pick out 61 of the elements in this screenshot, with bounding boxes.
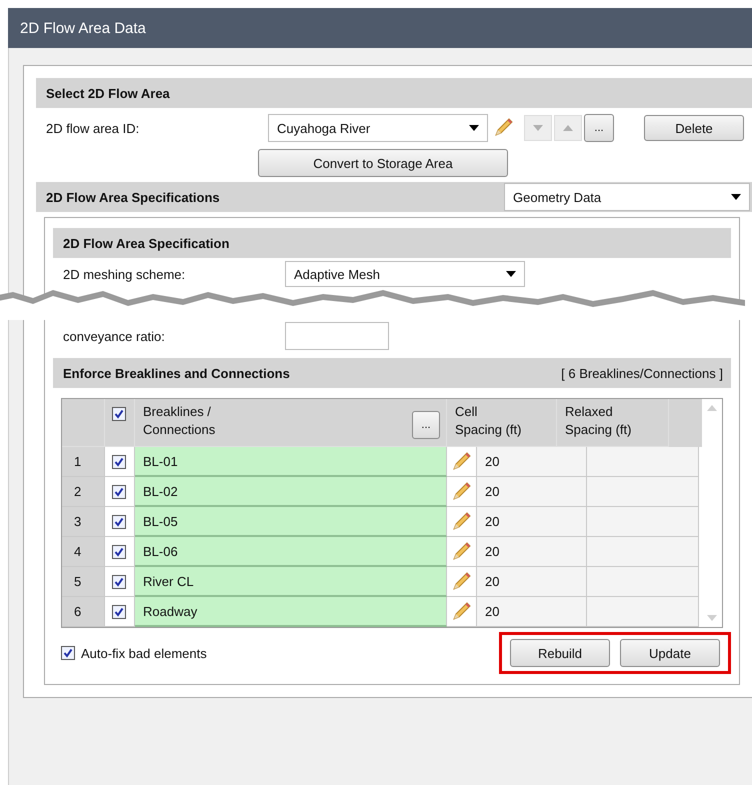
table-cell: BL-02	[135, 477, 447, 507]
section-title: 2D Flow Area Specification	[63, 236, 230, 250]
checkbox[interactable]	[61, 646, 75, 660]
action-button[interactable]: Rebuild	[510, 639, 610, 667]
checkbox[interactable]	[112, 484, 126, 498]
row-number: 5	[62, 567, 105, 597]
section-title: Select 2D Flow Area	[46, 86, 170, 100]
row-number: 3	[62, 507, 105, 537]
field-label: 2D flow area ID:	[45, 120, 140, 136]
table-cell: BL-05	[135, 507, 447, 537]
row-number: 2	[62, 477, 105, 507]
pencil-icon[interactable]	[450, 510, 472, 532]
pencil-icon[interactable]	[450, 570, 472, 592]
section-title: Enforce Breaklines and Connections	[63, 366, 290, 380]
row-number: 1	[62, 447, 105, 477]
field-label: 2D meshing scheme:	[62, 266, 186, 282]
checkbox-label: Auto-fix bad elements	[81, 646, 207, 660]
caret-icon	[469, 125, 479, 131]
action-button[interactable]: Update	[620, 639, 720, 667]
pencil-icon[interactable]	[450, 600, 472, 622]
table-cell: 20	[477, 447, 587, 477]
delete-button[interactable]: Delete	[644, 115, 744, 141]
scheme-dropdown[interactable]: Adaptive Mesh	[285, 261, 525, 287]
up-arrow-icon	[563, 125, 573, 131]
pencil-icon[interactable]	[450, 480, 472, 502]
checkbox[interactable]	[112, 454, 126, 468]
checkbox[interactable]	[112, 544, 126, 558]
pencil-icon[interactable]	[450, 540, 472, 562]
row-number: 6	[62, 597, 105, 627]
column-header: Cell Spacing (ft)	[447, 399, 557, 447]
table-cell: River CL	[135, 567, 447, 597]
checkbox[interactable]	[112, 574, 126, 588]
table-cell: 20	[477, 477, 587, 507]
table-cell: 20	[477, 597, 587, 627]
column-header: Relaxed Spacing (ft)	[557, 399, 669, 447]
convert-button[interactable]: Convert to Storage Area	[258, 149, 508, 177]
table-cell: 20	[477, 537, 587, 567]
table-cell: 20	[477, 507, 587, 537]
column-header: Breaklines / Connections	[143, 403, 216, 440]
window-title: 2D Flow Area Data	[20, 20, 146, 36]
more-button[interactable]: ...	[584, 114, 614, 142]
checkbox[interactable]	[112, 514, 126, 528]
input-field[interactable]	[285, 322, 389, 350]
row-number: 4	[62, 537, 105, 567]
source-dropdown[interactable]: Geometry Data	[504, 183, 750, 211]
more-button[interactable]: ...	[412, 411, 440, 439]
caret-icon	[731, 194, 741, 200]
checkbox[interactable]	[112, 407, 126, 421]
caret-icon	[506, 271, 516, 277]
breakline-count: [ 6 Breaklines/Connections ]	[561, 366, 723, 380]
area-dropdown[interactable]: Cuyahoga River	[268, 114, 488, 142]
checkbox[interactable]	[112, 604, 126, 618]
table-cell: BL-01	[135, 447, 447, 477]
table-cell: 20	[477, 567, 587, 597]
section-title: 2D Flow Area Specifications	[46, 190, 220, 204]
down-arrow-icon	[533, 125, 543, 131]
field-label: conveyance ratio:	[62, 328, 166, 344]
table-cell: Roadway	[135, 597, 447, 627]
table-cell: BL-06	[135, 537, 447, 567]
pencil-icon[interactable]	[492, 117, 514, 139]
pencil-icon[interactable]	[450, 450, 472, 472]
